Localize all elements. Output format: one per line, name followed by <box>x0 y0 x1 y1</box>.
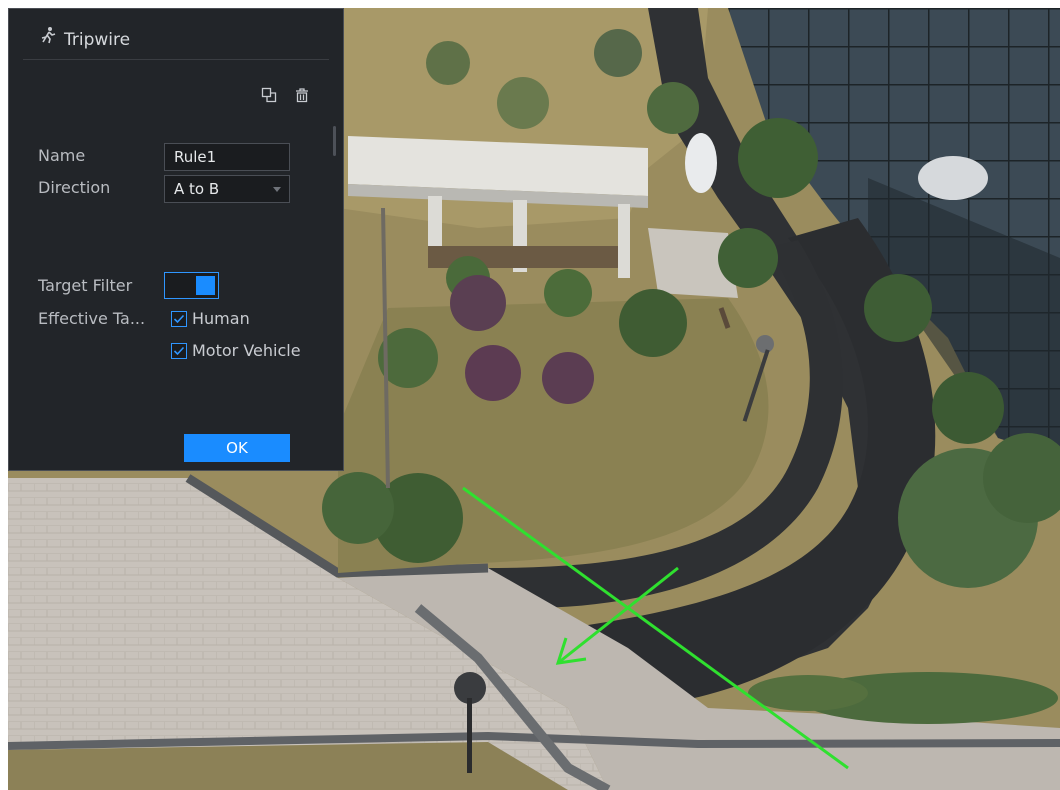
panel-title: Tripwire <box>64 30 131 50</box>
chevron-down-icon <box>273 187 281 192</box>
motor-vehicle-label: Motor Vehicle <box>192 341 301 360</box>
human-label: Human <box>192 309 250 328</box>
trash-icon[interactable] <box>294 87 310 103</box>
panel-header: Tripwire <box>23 9 329 60</box>
direction-select[interactable]: A to B <box>164 175 290 203</box>
live-view-stage: Tripwire Name Rule1 Direction A to B Tar… <box>0 0 1060 790</box>
effective-targets-label: Effective Ta... <box>38 309 146 328</box>
name-input[interactable]: Rule1 <box>164 143 290 171</box>
human-checkbox[interactable] <box>171 311 187 327</box>
direction-value: A to B <box>174 180 220 198</box>
tripwire-panel: Tripwire Name Rule1 Direction A to B Tar… <box>8 8 344 471</box>
name-label: Name <box>38 146 86 165</box>
copy-icon[interactable] <box>261 87 277 103</box>
target-filter-toggle[interactable] <box>164 272 219 299</box>
toggle-knob <box>196 276 215 295</box>
motor-vehicle-checkbox[interactable] <box>171 343 187 359</box>
name-value: Rule1 <box>174 148 217 166</box>
direction-label: Direction <box>38 178 111 197</box>
target-filter-label: Target Filter <box>38 276 133 295</box>
running-person-icon <box>39 26 57 44</box>
ok-button[interactable]: OK <box>184 434 290 462</box>
panel-scrollbar[interactable] <box>333 126 336 156</box>
